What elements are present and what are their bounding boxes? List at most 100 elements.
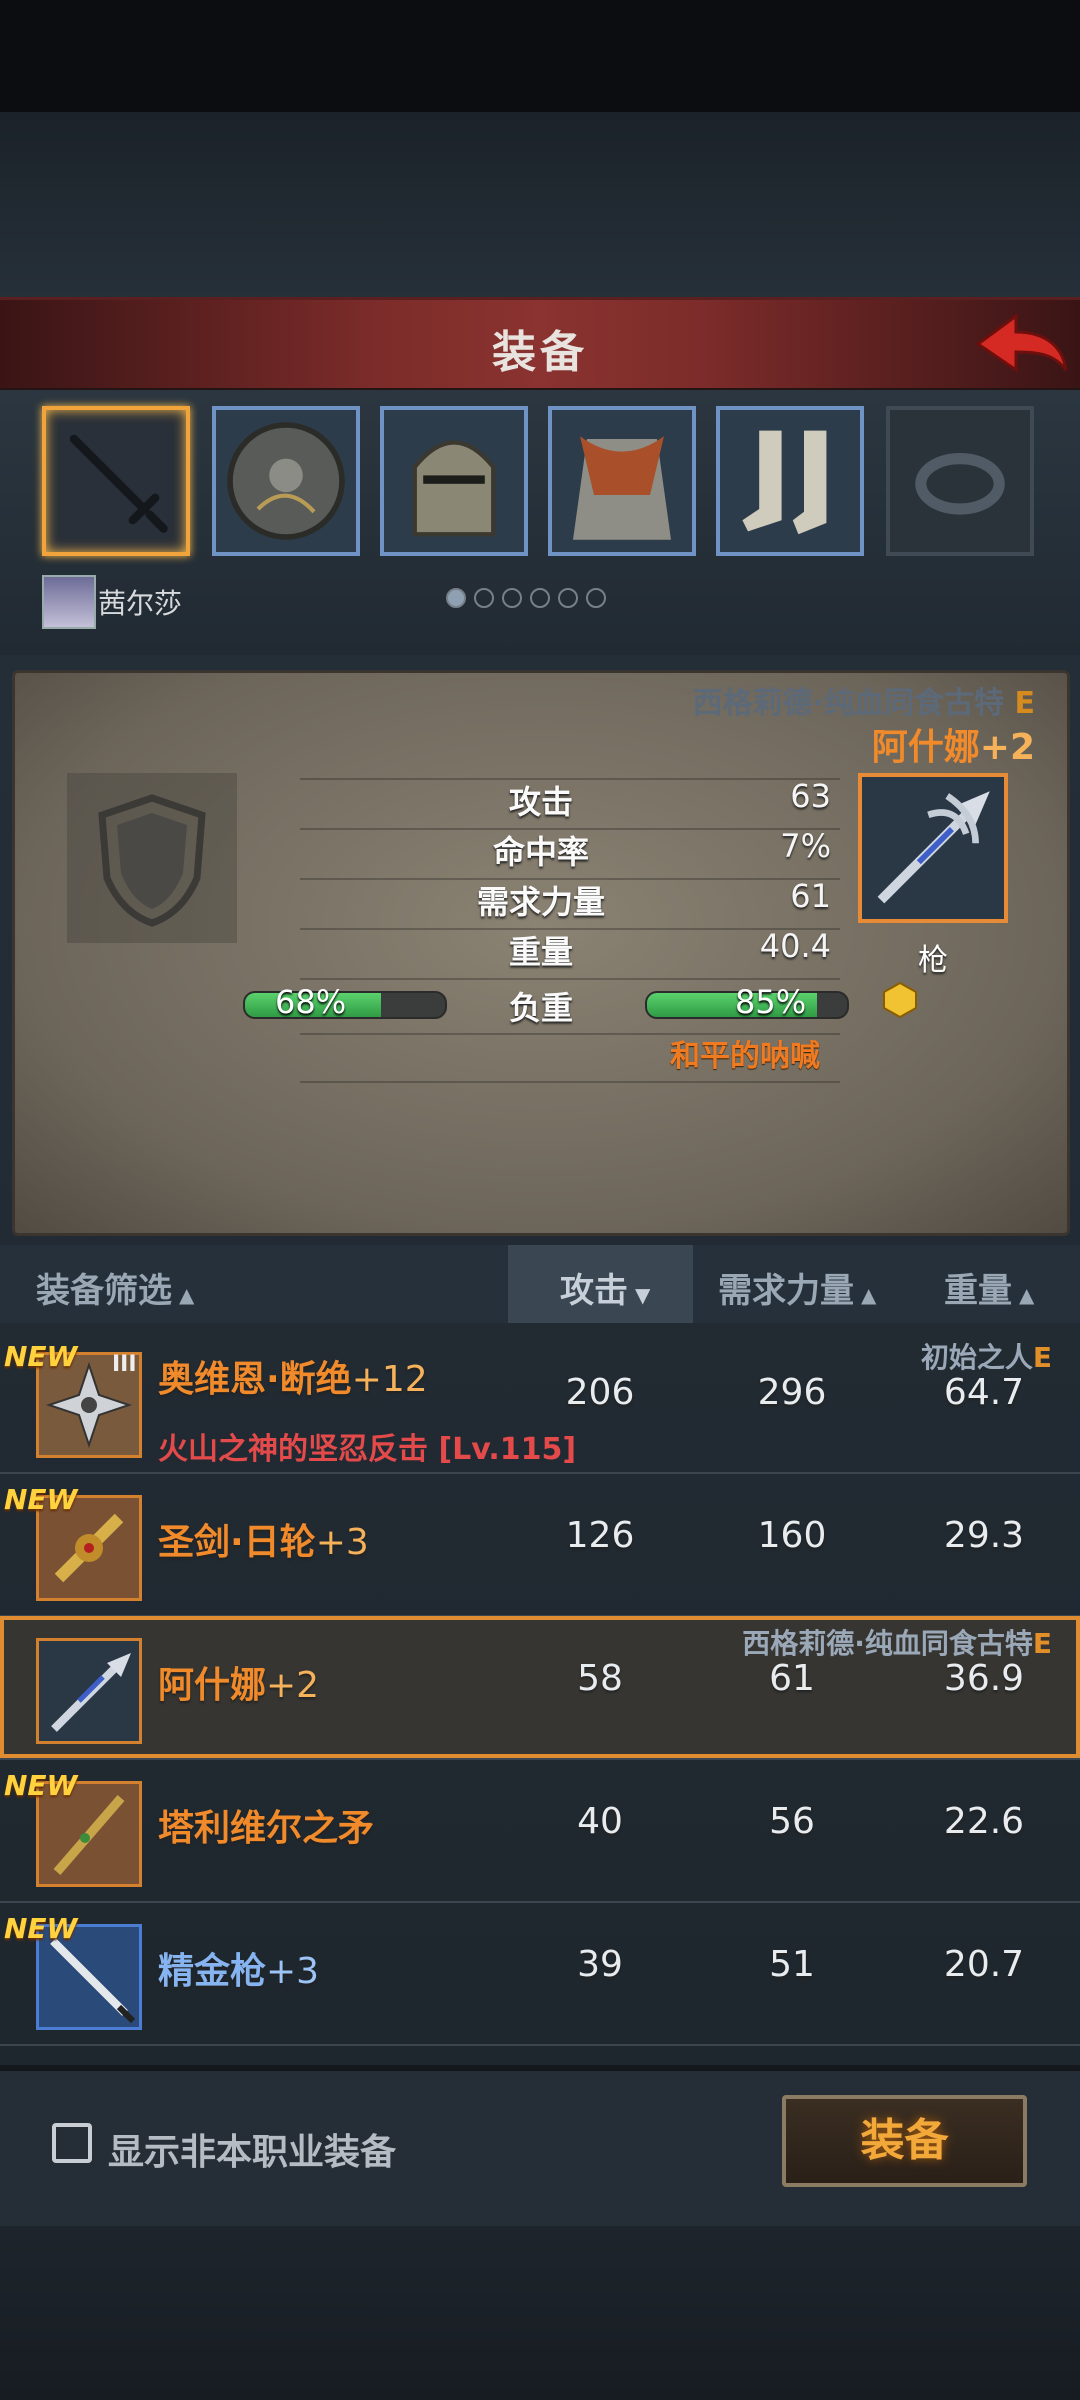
strength-value: 160 — [757, 1515, 827, 1556]
item-name: 精金枪+3 — [158, 1942, 319, 1994]
equipment-row[interactable]: III NEW 奥维恩·断绝+12 火山之神的坚忍反击 [Lv.115] 初始之… — [0, 1330, 1080, 1474]
item-type: 枪 — [918, 943, 948, 978]
stat-value-accuracy: 7% — [780, 827, 831, 865]
page-dot[interactable] — [530, 588, 550, 608]
weight-value: 20.7 — [943, 1944, 1025, 1985]
checkbox-label: 显示非本职业装备 — [108, 2132, 397, 2173]
equip-button[interactable]: 装备 — [782, 2095, 1027, 2187]
load-current-text: 68% — [275, 983, 347, 1021]
sword-icon — [69, 434, 168, 533]
back-arrow-icon[interactable] — [970, 308, 1070, 380]
strength-value: 56 — [769, 1801, 815, 1842]
load-new-text: 85% — [735, 983, 807, 1021]
divider — [300, 1081, 840, 1083]
item-icon — [36, 1638, 142, 1744]
item-name: 塔利维尔之矛 — [158, 1799, 374, 1851]
sort-weight-button[interactable]: 重量 ▲ — [944, 1263, 1034, 1312]
weapon-slot[interactable] — [42, 406, 190, 556]
new-badge: NEW — [4, 1483, 78, 1516]
list-header: 装备筛选 ▲ 攻击 ▼ 需求力量 ▲ 重量 ▲ — [0, 1245, 1080, 1323]
item-name: 奥维恩·断绝+12 — [158, 1350, 428, 1402]
item-plus: +2 — [979, 727, 1035, 768]
equipment-slot-bar: 茜尔莎 — [0, 390, 1080, 655]
owner-grade: E — [1032, 1627, 1052, 1660]
item-owner: 西格莉德·纯血同食古特 E — [615, 678, 1035, 722]
item-owner: 西格莉德·纯血同食古特E — [742, 1622, 1052, 1662]
strength-header-label: 需求力量 — [718, 1271, 854, 1311]
helmet-icon — [412, 440, 496, 537]
sort-strength-button[interactable]: 需求力量 ▲ — [718, 1263, 876, 1312]
item-name-text: 塔利维尔之矛 — [158, 1808, 375, 1849]
equipment-screen: 装备 茜尔莎 西格莉德·纯血同食古特 E 阿什娜+2 枪 攻击 63 命中率 7… — [0, 0, 1080, 2400]
gem-icon — [881, 981, 919, 1019]
item-owner: 初始之人E — [921, 1336, 1052, 1376]
ring-icon — [915, 453, 1005, 515]
item-plus: +12 — [351, 1359, 428, 1400]
shield-slot[interactable] — [212, 406, 360, 556]
owner-name: 西格莉德·纯血同食古特 — [742, 1627, 1033, 1660]
load-label: 负重 — [508, 989, 573, 1027]
weight-value: 22.6 — [943, 1801, 1025, 1842]
item-name-text: 阿什娜 — [158, 1665, 267, 1706]
equipment-row[interactable]: NEW 圣剑·日轮+3 126 160 29.3 — [0, 1473, 1080, 1617]
new-badge: NEW — [4, 1769, 78, 1802]
new-badge: NEW — [4, 1912, 78, 1945]
page-dot[interactable] — [586, 588, 606, 608]
stat-label-weight: 重量 — [508, 933, 573, 971]
character-avatar[interactable] — [42, 575, 96, 629]
item-icon[interactable] — [858, 773, 1008, 923]
sort-attack-button[interactable]: 攻击 ▼ — [560, 1263, 650, 1312]
character-name: 茜尔莎 — [98, 587, 183, 620]
sort-up-icon: ▲ — [172, 1283, 195, 1307]
stat-value-attack: 63 — [790, 777, 831, 815]
owner-grade: E — [1032, 1341, 1052, 1374]
attack-value: 39 — [577, 1944, 623, 1985]
owner-name: 初始之人 — [920, 1341, 1033, 1374]
equipment-row[interactable]: NEW 精金枪+3 39 51 20.7 — [0, 1902, 1080, 2046]
item-name: 阿什娜+2 — [815, 718, 1035, 770]
page-dot[interactable] — [474, 588, 494, 608]
equip-button-label: 装备 — [860, 2115, 949, 2166]
stat-label-accuracy: 命中率 — [492, 833, 589, 871]
weight-header-label: 重量 — [944, 1271, 1012, 1311]
page-dot[interactable] — [446, 588, 466, 608]
filter-button[interactable]: 装备筛选 ▲ — [36, 1263, 194, 1312]
sort-down-icon: ▼ — [628, 1283, 651, 1307]
tier-badge: III — [112, 1352, 137, 1377]
sort-up-icon: ▲ — [854, 1283, 877, 1307]
item-plus: +2 — [266, 1665, 320, 1706]
item-detail-panel: 西格莉德·纯血同食古特 E 阿什娜+2 枪 攻击 63 命中率 7% 需求力量 … — [12, 670, 1070, 1236]
sort-up-icon: ▲ — [1012, 1283, 1035, 1307]
item-name-text: 奥维恩·断绝 — [158, 1359, 352, 1400]
attack-value: 40 — [577, 1801, 623, 1842]
helmet-slot[interactable] — [380, 406, 528, 556]
spear-icon — [51, 1653, 131, 1732]
strength-value: 61 — [769, 1658, 815, 1699]
header-bar: 装备 — [0, 297, 1080, 392]
attack-value: 126 — [565, 1515, 635, 1556]
page-dot[interactable] — [502, 588, 522, 608]
equipment-row[interactable]: NEW 塔利维尔之矛 40 56 22.6 — [0, 1759, 1080, 1903]
page-dot[interactable] — [558, 588, 578, 608]
item-plus: +3 — [266, 1951, 320, 1992]
stat-label-attack: 攻击 — [508, 783, 573, 821]
item-skill-text: 火山之神的坚忍反击 [Lv.115] — [158, 1432, 577, 1467]
stat-value-strength: 61 — [790, 877, 831, 915]
class-shield-emblem-icon — [67, 773, 237, 943]
equipment-row-selected[interactable]: 阿什娜+2 西格莉德·纯血同食古特E 58 61 36.9 — [0, 1616, 1080, 1760]
weight-value: 64.7 — [943, 1372, 1025, 1413]
attack-value: 58 — [577, 1658, 623, 1699]
item-name-text: 阿什娜 — [871, 727, 980, 768]
filter-label: 装备筛选 — [36, 1271, 172, 1311]
armor-slot[interactable] — [548, 406, 696, 556]
ring-slot[interactable] — [886, 406, 1034, 556]
weight-value: 29.3 — [943, 1515, 1025, 1556]
boots-slot[interactable] — [716, 406, 864, 556]
stat-label-strength: 需求力量 — [476, 883, 605, 921]
item-skill: 和平的呐喊 — [670, 1039, 820, 1074]
show-other-class-checkbox[interactable] — [52, 2123, 92, 2163]
item-plus: +3 — [315, 1522, 369, 1563]
boots-icon — [742, 430, 827, 535]
strength-value: 296 — [757, 1372, 827, 1413]
divider — [300, 978, 840, 980]
